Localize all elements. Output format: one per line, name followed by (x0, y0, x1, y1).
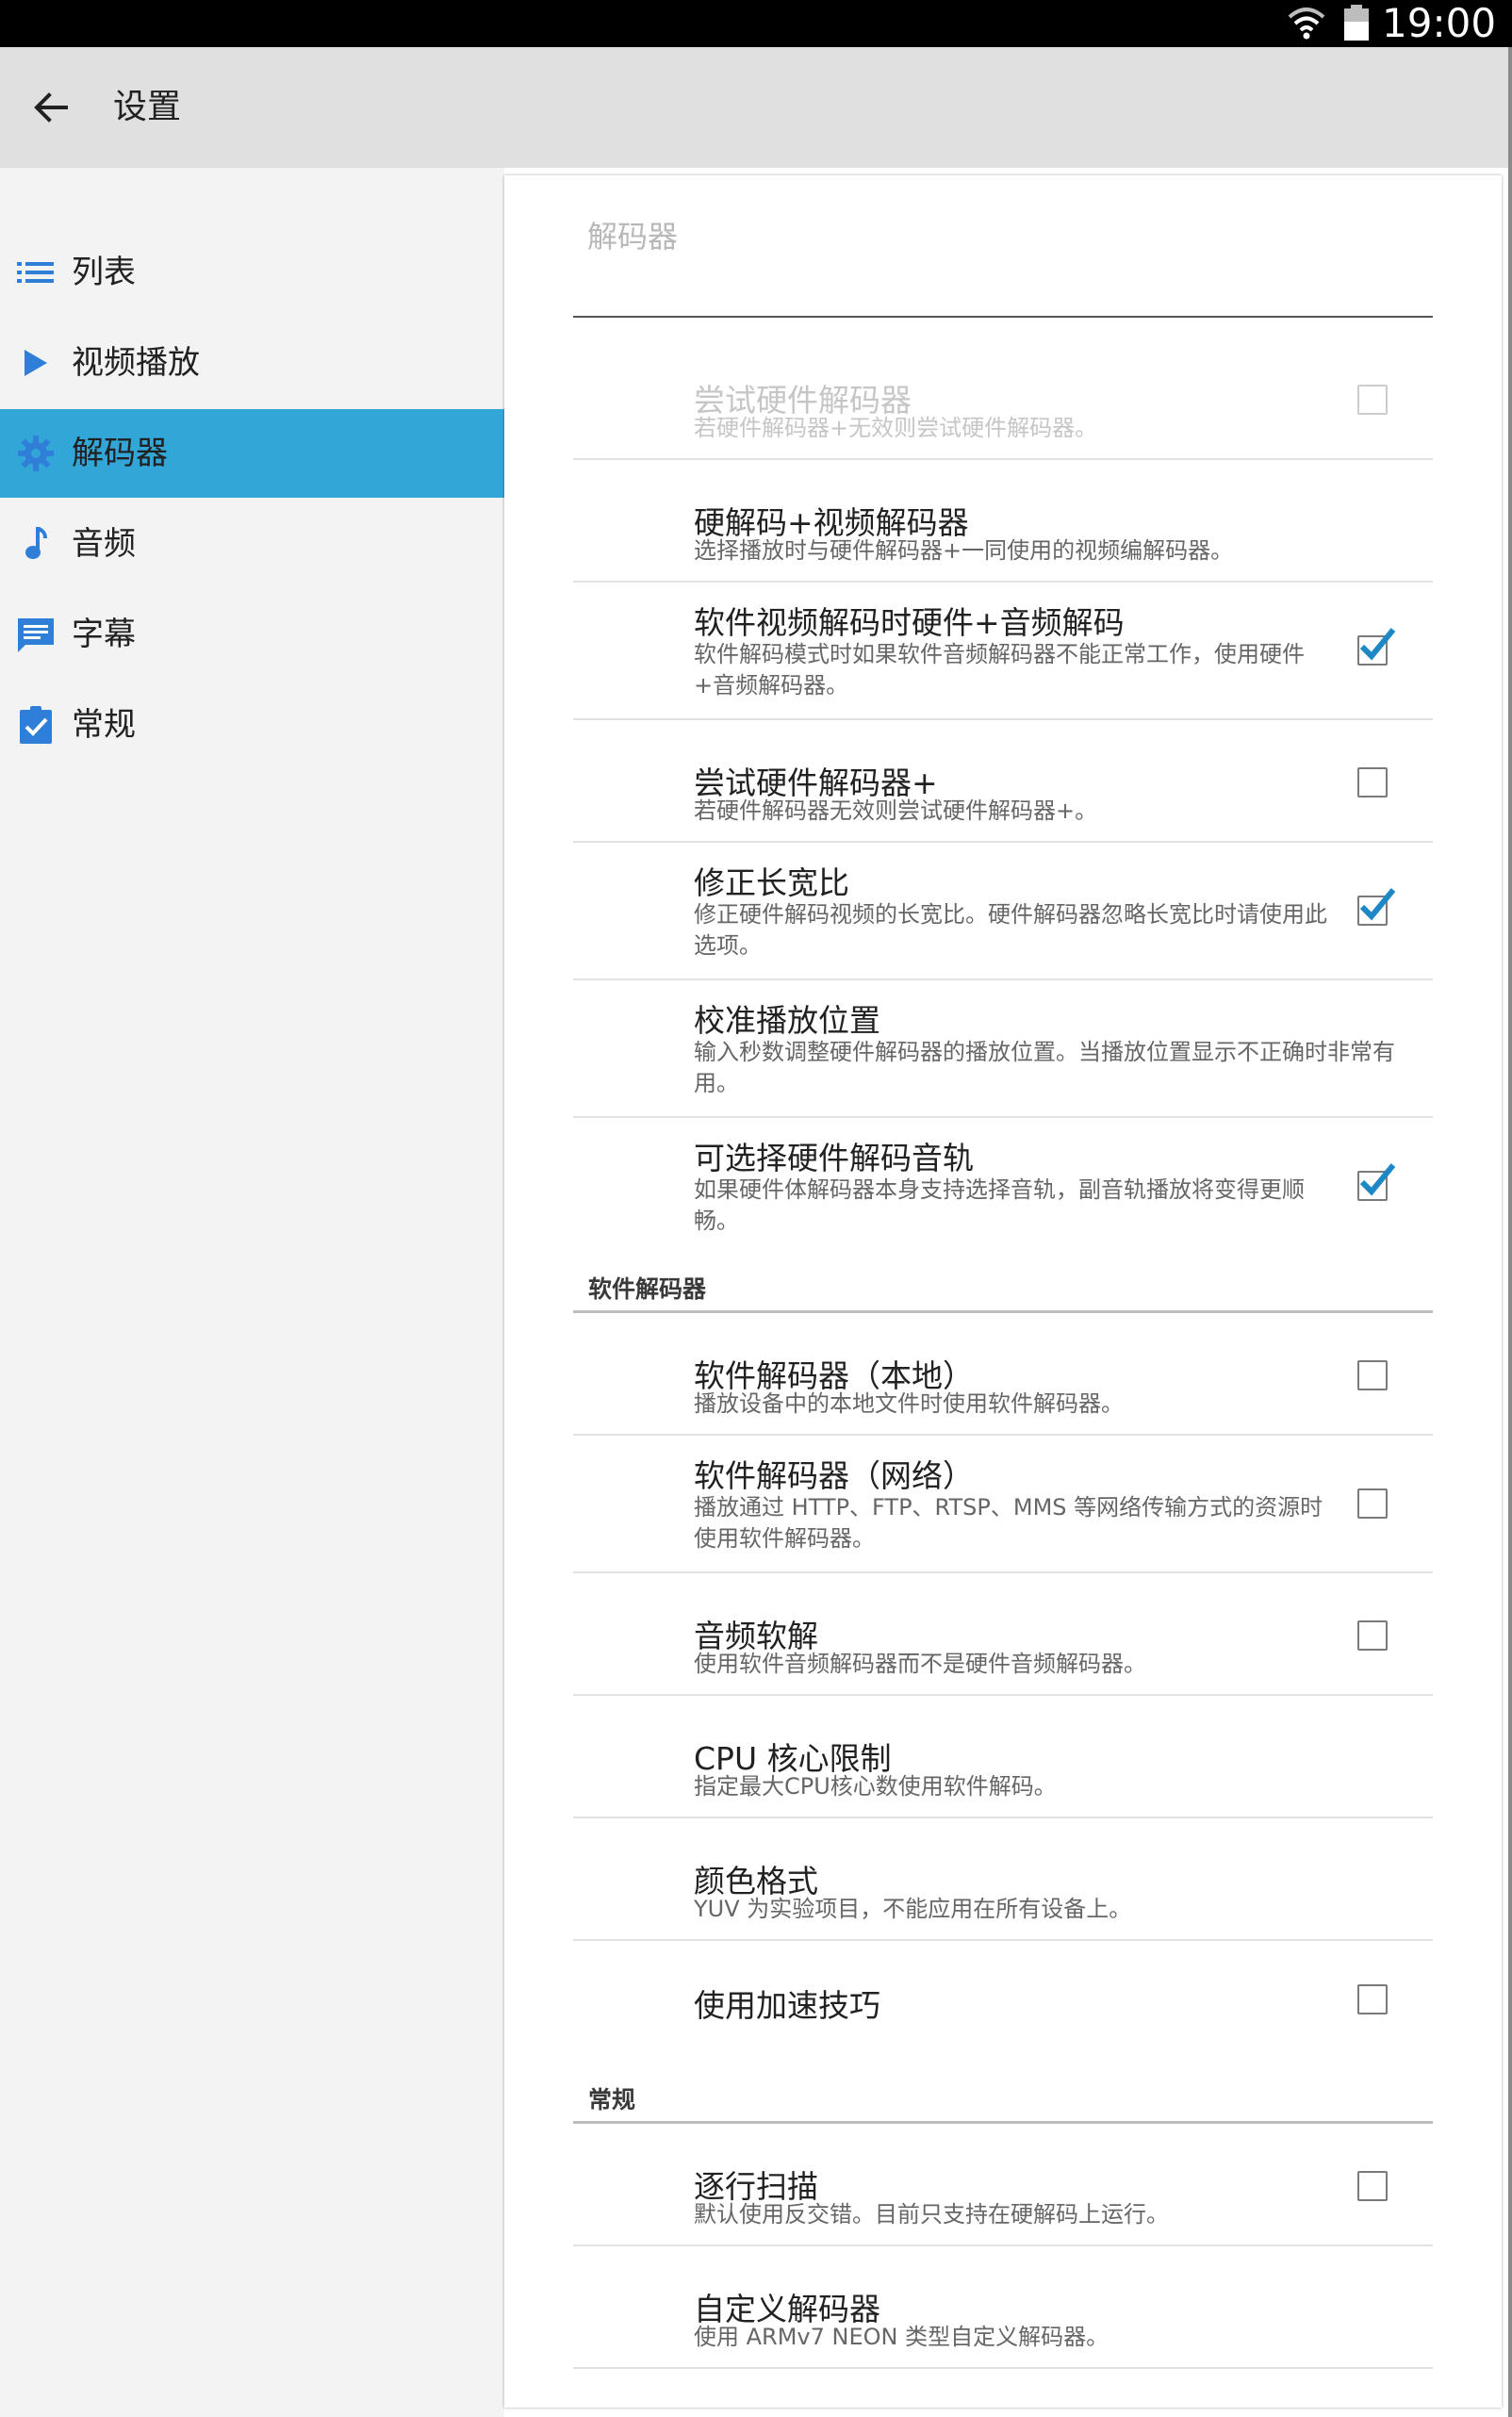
pref-summary: 使用 ARMv7 NEON 类型自定义解码器。 (694, 2324, 1109, 2350)
pref-summary: 指定最大CPU核心数使用软件解码。 (694, 1773, 1057, 1800)
checkmark-icon (1359, 628, 1396, 661)
section-header-software-decoder: 软件解码器 (588, 1275, 707, 1303)
pref-summary: 若硬件解码器无效则尝试硬件解码器+。 (694, 797, 1098, 824)
checkbox[interactable] (1357, 1163, 1396, 1201)
toolbar: 设置 (0, 47, 1508, 168)
back-arrow-icon[interactable] (30, 87, 72, 128)
pref-summary: 默认使用反交错。目前只支持在硬解码上运行。 (694, 2201, 1169, 2228)
status-bar: 19:00 (0, 0, 1512, 47)
decoder-settings-panel: 解码器 尝试硬件解码器 若硬件解码器+无效则尝试硬件解码器。 硬解码+视频解码器… (504, 175, 1502, 2408)
sidebar-item-label: 解码器 (72, 435, 168, 472)
pref-hw-audio-decode[interactable]: 软件视频解码时硬件+音频解码 软件解码模式时如果软件音频解码器不能正常工作，使用… (573, 583, 1433, 720)
sidebar-item-list[interactable]: 列表 (0, 228, 504, 317)
page-title: 设置 (113, 88, 182, 126)
subtitle-icon (18, 618, 54, 652)
pref-summary: 播放通过 HTTP、FTP、RTSP、MMS 等网络传输方式的资源时使用软件解码… (694, 1494, 1323, 1552)
pref-try-hw-decoder: 尝试硬件解码器 若硬件解码器+无效则尝试硬件解码器。 (573, 337, 1433, 460)
pref-sw-decoder-network[interactable]: 软件解码器（网络） 播放通过 HTTP、FTP、RTSP、MMS 等网络传输方式… (573, 1436, 1433, 1573)
pref-title: 校准播放位置 (694, 1002, 880, 1039)
sidebar: 列表 视频播放 解码器 音频 字幕 常规 (0, 168, 504, 2417)
pref-color-format[interactable]: 颜色格式 YUV 为实验项目，不能应用在所有设备上。 (573, 1818, 1433, 1941)
checkmark-icon (1359, 1163, 1396, 1196)
pref-summary: 若硬件解码器+无效则尝试硬件解码器。 (694, 415, 1098, 441)
list-icon (17, 262, 54, 283)
pref-audio-sw-decode[interactable]: 音频软解 使用软件音频解码器而不是硬件音频解码器。 (573, 1573, 1433, 1696)
pref-title: 使用加速技巧 (694, 1987, 880, 2024)
sidebar-item-label: 常规 (72, 706, 136, 744)
pref-title: 软件解码器（网络） (694, 1457, 974, 1494)
sidebar-item-label: 音频 (72, 525, 136, 563)
pref-fix-aspect-ratio[interactable]: 修正长宽比 修正硬件解码视频的长宽比。硬件解码器忽略长宽比时请使用此选项。 (573, 843, 1433, 980)
checkbox[interactable] (1357, 1488, 1388, 1519)
clock: 19:00 (1382, 0, 1497, 46)
pref-summary: 选择播放时与硬件解码器+一同使用的视频编解码器。 (694, 537, 1234, 564)
checkbox[interactable] (1357, 1620, 1388, 1651)
pref-calibrate-position[interactable]: 校准播放位置 输入秒数调整硬件解码器的播放位置。当播放位置显示不正确时非常有用。 (573, 980, 1433, 1118)
gear-icon (18, 436, 54, 471)
pref-title: 可选择硬件解码音轨 (694, 1140, 974, 1176)
pref-summary: 软件解码模式时如果软件音频解码器不能正常工作，使用硬件+音频解码器。 (694, 641, 1305, 699)
pref-hw-plus-video-codec[interactable]: 硬解码+视频解码器 选择播放时与硬件解码器+一同使用的视频编解码器。 (573, 460, 1433, 583)
pref-sw-decoder-local[interactable]: 软件解码器（本地） 播放设备中的本地文件时使用软件解码器。 (573, 1313, 1433, 1436)
sidebar-item-video-playback[interactable]: 视频播放 (0, 319, 504, 407)
pref-summary: 输入秒数调整硬件解码器的播放位置。当播放位置显示不正确时非常有用。 (694, 1039, 1395, 1096)
checkbox[interactable] (1357, 767, 1388, 797)
sidebar-item-label: 字幕 (72, 616, 136, 653)
checkmark-icon (1359, 888, 1396, 921)
pref-title: 软件视频解码时硬件+音频解码 (694, 604, 1125, 641)
checkbox[interactable] (1357, 1984, 1388, 2014)
sidebar-item-label: 视频播放 (72, 344, 200, 382)
pref-try-hw-decoder-plus[interactable]: 尝试硬件解码器+ 若硬件解码器无效则尝试硬件解码器+。 (573, 720, 1433, 843)
pref-title: 修正长宽比 (694, 864, 849, 901)
wifi-icon (1288, 8, 1325, 40)
pref-summary: 如果硬件体解码器本身支持选择音轨，副音轨播放将变得更顺畅。 (694, 1176, 1305, 1234)
pref-summary: 播放设备中的本地文件时使用软件解码器。 (694, 1390, 1124, 1417)
sidebar-item-subtitle[interactable]: 字幕 (0, 590, 504, 679)
title-divider (573, 316, 1433, 318)
checkbox[interactable] (1357, 2171, 1388, 2201)
sidebar-item-general[interactable]: 常规 (0, 681, 504, 769)
battery-icon (1344, 5, 1369, 41)
pref-summary: 修正硬件解码视频的长宽比。硬件解码器忽略长宽比时请使用此选项。 (694, 901, 1327, 959)
clipboard-check-icon (20, 706, 52, 744)
pref-progressive-scan[interactable]: 逐行扫描 默认使用反交错。目前只支持在硬解码上运行。 (573, 2124, 1433, 2246)
checkbox[interactable] (1357, 628, 1396, 666)
sidebar-item-audio[interactable]: 音频 (0, 500, 504, 588)
pref-cpu-core-limit[interactable]: CPU 核心限制 指定最大CPU核心数使用软件解码。 (573, 1696, 1433, 1818)
sidebar-item-decoder[interactable]: 解码器 (0, 409, 504, 498)
pref-summary: 使用软件音频解码器而不是硬件音频解码器。 (694, 1651, 1146, 1677)
panel-title: 解码器 (587, 219, 679, 255)
play-icon (25, 350, 47, 376)
section-header-general: 常规 (588, 2086, 636, 2113)
pref-summary: YUV 为实验项目，不能应用在所有设备上。 (694, 1896, 1132, 1922)
checkbox (1357, 385, 1388, 415)
sidebar-item-label: 列表 (72, 254, 136, 291)
pref-selectable-hw-audio-track[interactable]: 可选择硬件解码音轨 如果硬件体解码器本身支持选择音轨，副音轨播放将变得更顺畅。 (573, 1118, 1433, 1256)
music-note-icon (25, 527, 47, 559)
checkbox[interactable] (1357, 888, 1396, 926)
pref-use-speedup-tricks[interactable]: 使用加速技巧 (573, 1941, 1433, 2063)
pref-custom-decoder[interactable]: 自定义解码器 使用 ARMv7 NEON 类型自定义解码器。 (573, 2246, 1433, 2369)
checkbox[interactable] (1357, 1360, 1388, 1390)
window-edge (1508, 47, 1512, 2417)
